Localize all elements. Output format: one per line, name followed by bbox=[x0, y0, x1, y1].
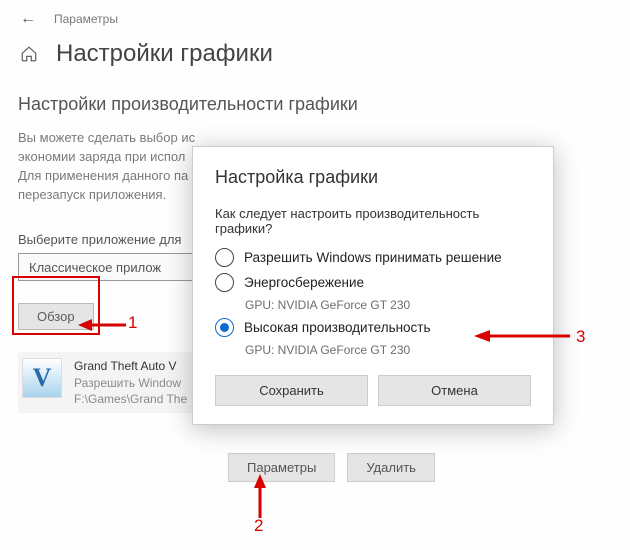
radio-icon bbox=[215, 273, 234, 292]
radio-option-high-performance[interactable]: Высокая производительность bbox=[215, 318, 531, 337]
radio-label: Энергосбережение bbox=[244, 275, 364, 290]
radio-description: GPU: NVIDIA GeForce GT 230 bbox=[245, 343, 531, 357]
radio-label: Высокая производительность bbox=[244, 320, 431, 335]
graphics-preference-dialog: Настройка графики Как следует настроить … bbox=[192, 146, 554, 425]
dialog-question: Как следует настроить производительность… bbox=[215, 206, 531, 236]
cancel-button[interactable]: Отмена bbox=[378, 375, 531, 406]
app-path: F:\Games\Grand The bbox=[74, 391, 187, 407]
radio-label: Разрешить Windows принимать решение bbox=[244, 250, 502, 265]
home-icon[interactable] bbox=[20, 45, 38, 63]
radio-option-power-saving[interactable]: Энергосбережение bbox=[215, 273, 531, 292]
dialog-title: Настройка графики bbox=[215, 167, 531, 188]
app-icon-letter: V bbox=[33, 363, 52, 393]
page-title: Настройки графики bbox=[56, 40, 273, 68]
annotation-number-1: 1 bbox=[128, 313, 137, 333]
back-icon[interactable]: ← bbox=[20, 10, 36, 28]
save-button[interactable]: Сохранить bbox=[215, 375, 368, 406]
annotation-number-2: 2 bbox=[254, 516, 263, 536]
radio-icon-selected bbox=[215, 318, 234, 337]
radio-icon bbox=[215, 248, 234, 267]
app-icon: V bbox=[22, 358, 62, 398]
app-subtext: Разрешить Window bbox=[74, 375, 187, 391]
radio-option-default[interactable]: Разрешить Windows принимать решение bbox=[215, 248, 531, 267]
window-title: Параметры bbox=[54, 12, 118, 26]
annotation-number-3: 3 bbox=[576, 327, 585, 347]
options-button[interactable]: Параметры bbox=[228, 453, 335, 482]
delete-button[interactable]: Удалить bbox=[347, 453, 435, 482]
radio-description: GPU: NVIDIA GeForce GT 230 bbox=[245, 298, 531, 312]
app-name: Grand Theft Auto V bbox=[74, 358, 187, 374]
section-title: Настройки производительности графики bbox=[18, 94, 612, 115]
select-value: Классическое прилож bbox=[29, 260, 161, 275]
browse-button[interactable]: Обзор bbox=[18, 303, 94, 330]
